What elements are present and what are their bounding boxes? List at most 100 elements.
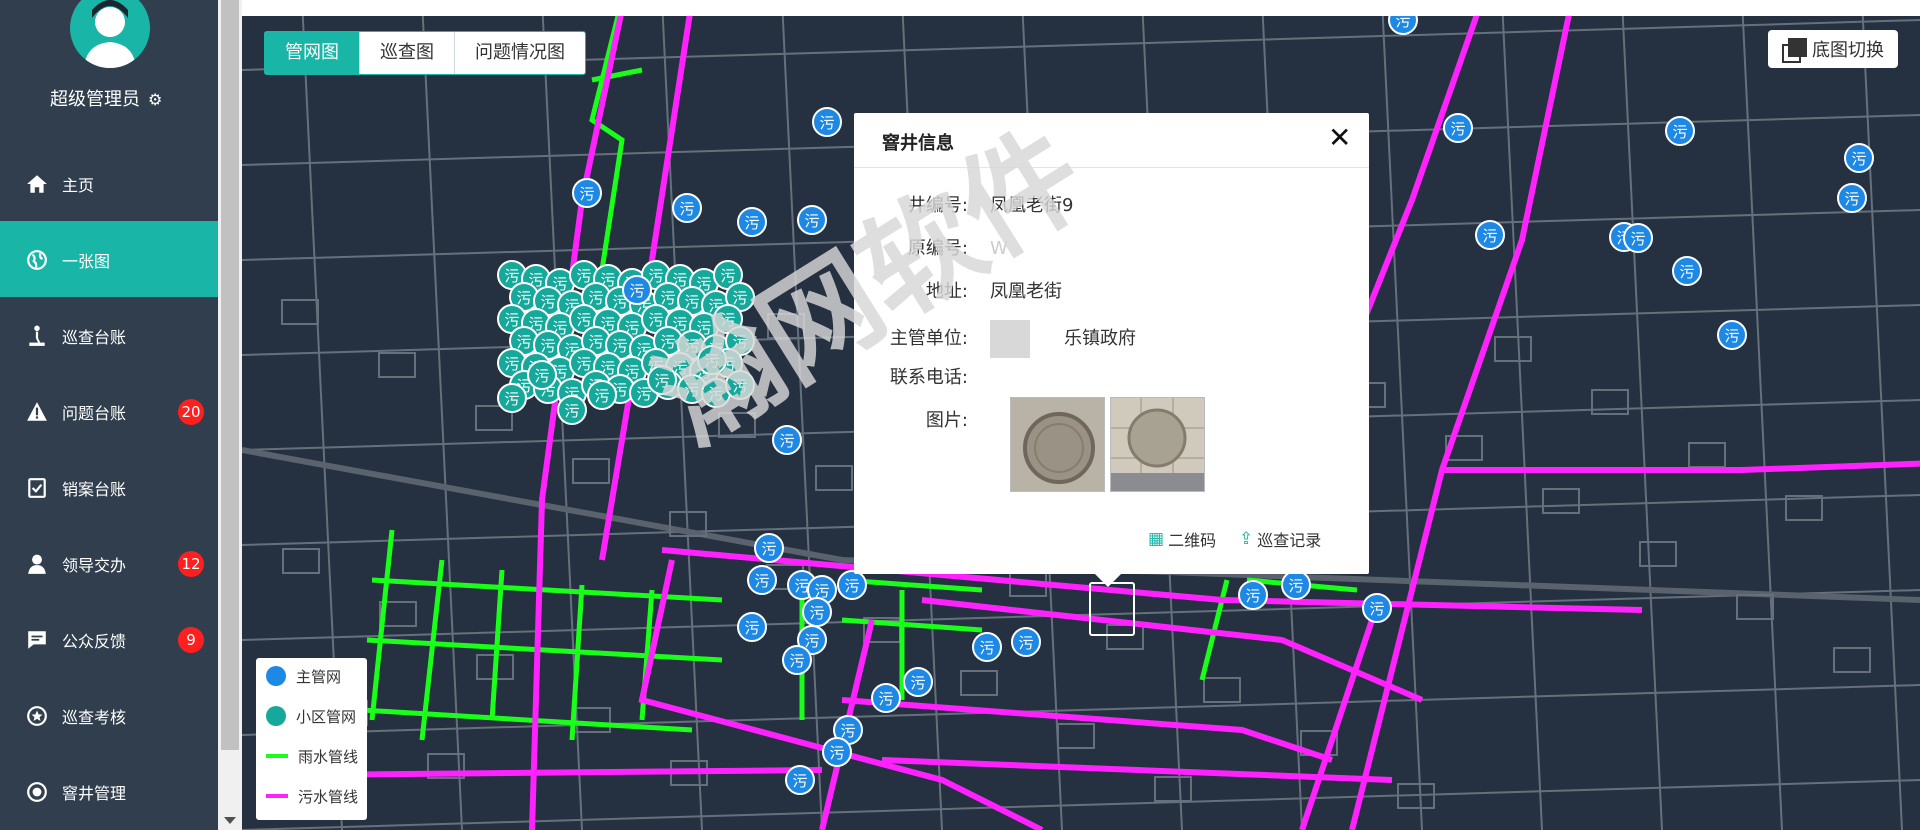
marker-label: 污 — [1672, 123, 1687, 141]
manhole-marker-icon[interactable]: 污 — [622, 275, 652, 305]
manhole-info-popup: 窨井信息 ✕ 井编号: 凤凰老街9 原编号: W 地址: 凤凰老街 主管单位: 乐镇政府… — [854, 113, 1369, 587]
marker-label: 污 — [1245, 587, 1260, 605]
teal-dot-icon — [266, 706, 286, 726]
marker-label: 污 — [720, 267, 735, 285]
qrcode-button[interactable]: ▦ 二维码 — [1148, 527, 1216, 551]
sidebar-item-label: 问题台账 — [62, 404, 127, 423]
marker-label: 污 — [648, 267, 663, 285]
tab-patrol[interactable]: 巡查图 — [360, 32, 455, 74]
sidebar-item-label: 领导交办 — [62, 556, 127, 575]
divider — [854, 167, 1369, 168]
manhole-marker-icon[interactable]: 污 — [812, 107, 842, 137]
marker-label: 污 — [804, 212, 819, 230]
marker-label: 污 — [804, 632, 819, 650]
green-line-icon — [266, 754, 288, 758]
manhole-marker-icon[interactable]: 污 — [587, 380, 617, 410]
manhole-marker-icon[interactable]: 污 — [903, 667, 933, 697]
sidebar-item-patrol-assessment[interactable]: 巡查考核 — [0, 677, 218, 753]
sidebar-item-home[interactable]: 主页 — [0, 145, 218, 221]
sidebar-item-one-map[interactable]: 一张图 — [0, 221, 218, 297]
issue-count-badge: 20 — [178, 399, 204, 425]
sidebar-item-patrol-ledger[interactable]: 巡查台账 — [0, 297, 218, 373]
manhole-marker-icon[interactable]: 污 — [972, 632, 1002, 662]
manhole-marker-icon[interactable]: 污 — [572, 178, 602, 208]
magenta-line-icon — [266, 794, 288, 798]
manhole-marker-icon[interactable]: 污 — [1672, 256, 1702, 286]
marker-label: 污 — [612, 337, 627, 355]
manhole-marker-icon[interactable]: 污 — [1717, 320, 1747, 350]
scroll-down-arrow-icon[interactable] — [224, 817, 236, 824]
marker-label: 污 — [579, 185, 594, 203]
marker-label: 污 — [708, 385, 723, 403]
manhole-marker-icon[interactable]: 污 — [797, 205, 827, 235]
manhole-marker-icon[interactable]: 污 — [497, 383, 527, 413]
basemap-switch-button[interactable]: 底图切换 — [1768, 30, 1898, 68]
manhole-photo-1[interactable] — [1010, 397, 1105, 492]
manhole-marker-icon[interactable]: 污 — [837, 570, 867, 600]
manhole-marker-icon[interactable]: 污 — [785, 765, 815, 795]
manhole-marker-icon[interactable]: 污 — [822, 737, 852, 767]
manhole-marker-icon[interactable]: 污 — [557, 395, 587, 425]
field-address: 地址: 凤凰老街 — [925, 281, 1062, 302]
avatar[interactable] — [70, 0, 150, 68]
marker-label: 污 — [1288, 577, 1303, 595]
sidebar-item-manhole-manage[interactable]: 窨井管理 — [0, 753, 218, 829]
field-phone: 联系电话: — [889, 367, 968, 388]
manhole-marker-icon[interactable]: 污 — [754, 533, 784, 563]
sidebar-item-issue-ledger[interactable]: 问题台账 20 — [0, 373, 218, 449]
manhole-photo-2[interactable] — [1110, 397, 1205, 492]
manhole-marker-icon[interactable]: 污 — [1623, 223, 1653, 253]
marker-label: 污 — [789, 652, 804, 670]
close-icon[interactable]: ✕ — [1328, 121, 1351, 154]
upload-icon: ⇪ — [1239, 529, 1254, 549]
manhole-marker-icon[interactable]: 污 — [725, 370, 755, 400]
marker-label: 污 — [504, 311, 519, 329]
sidebar-item-label: 主页 — [62, 176, 95, 195]
person-walk-icon — [29, 325, 45, 346]
field-department: 主管单位: 乐镇政府 — [854, 320, 1136, 358]
manhole-marker-icon[interactable]: 污 — [527, 360, 557, 390]
manhole-marker-icon[interactable]: 污 — [1011, 627, 1041, 657]
sidebar-item-closed-ledger[interactable]: 销案台账 — [0, 449, 218, 525]
gear-icon[interactable]: ⚙ — [148, 90, 162, 109]
manhole-marker-icon[interactable]: 污 — [1837, 183, 1867, 213]
manhole-marker-icon[interactable]: 污 — [1238, 580, 1268, 610]
field-images: 图片: — [925, 410, 968, 431]
manhole-marker-icon[interactable]: 污 — [697, 345, 727, 375]
scrollbar-thumb[interactable] — [221, 0, 239, 750]
marker-label: 污 — [660, 333, 675, 351]
manhole-marker-icon[interactable]: 污 — [782, 645, 812, 675]
manhole-marker-icon[interactable]: 污 — [747, 565, 777, 595]
manhole-marker-icon[interactable]: 污 — [1665, 116, 1695, 146]
manhole-marker-icon[interactable]: 污 — [737, 612, 767, 642]
sidebar-item-leader-assign[interactable]: 领导交办 12 — [0, 525, 218, 601]
marker-label: 污 — [761, 540, 776, 558]
marker-label: 污 — [534, 367, 549, 385]
star-badge-icon — [27, 706, 47, 726]
sidebar-scrollbar[interactable] — [218, 0, 242, 830]
marker-label: 污 — [1630, 230, 1645, 248]
manhole-marker-icon[interactable]: 污 — [1844, 143, 1874, 173]
manhole-marker-icon[interactable]: 污 — [737, 207, 767, 237]
manhole-marker-icon[interactable]: 污 — [1362, 593, 1392, 623]
manhole-marker-icon[interactable]: 污 — [772, 425, 802, 455]
selected-marker-highlight — [1089, 582, 1135, 636]
sidebar-item-public-feedback[interactable]: 公众反馈 9 — [0, 601, 218, 677]
manhole-marker-icon[interactable]: 污 — [1281, 570, 1311, 600]
user-name[interactable]: 超级管理员 ⚙ — [50, 85, 162, 111]
marker-label: 污 — [576, 355, 591, 373]
marker-label: 污 — [979, 639, 994, 657]
manhole-marker-icon[interactable]: 污 — [1475, 220, 1505, 250]
tab-issue-status[interactable]: 问题情况图 — [455, 32, 585, 74]
manhole-marker-icon[interactable]: 污 — [802, 597, 832, 627]
marker-label: 污 — [792, 772, 807, 790]
manhole-marker-icon[interactable]: 污 — [672, 193, 702, 223]
patrol-record-button[interactable]: ⇪ 巡查记录 — [1239, 527, 1321, 551]
legend-item-main-network: 主管网 — [266, 664, 341, 688]
manhole-marker-icon[interactable]: 污 — [647, 365, 677, 395]
manhole-marker-icon[interactable]: 污 — [871, 683, 901, 713]
manhole-marker-icon[interactable]: 污 — [1443, 113, 1473, 143]
tab-pipe-network[interactable]: 管网图 — [265, 32, 360, 74]
redacted-block — [990, 320, 1030, 358]
chat-icon — [28, 631, 46, 649]
